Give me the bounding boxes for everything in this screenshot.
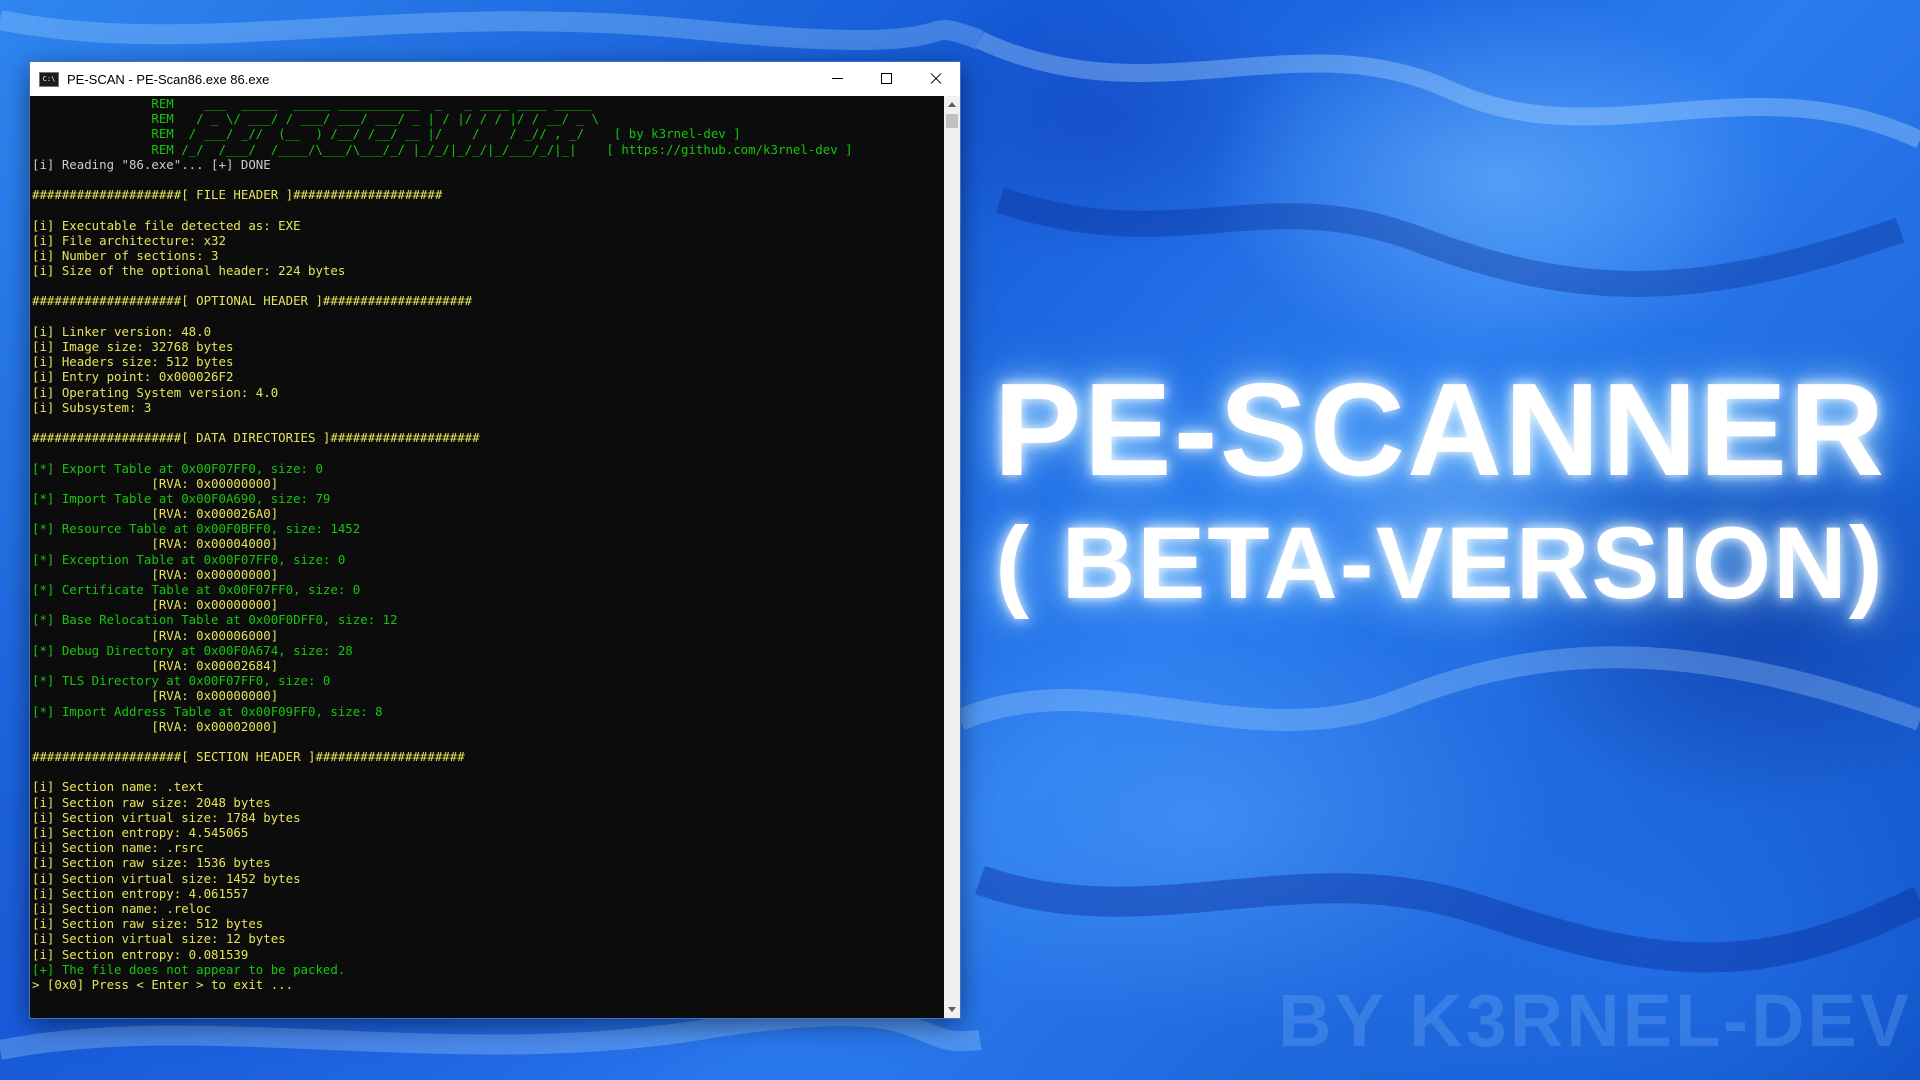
scroll-down-arrow-icon[interactable] [944, 1001, 960, 1018]
console-line: REM / _ \/ ___/ / ___/ ___/ ___/ _ | / |… [32, 111, 599, 127]
console-line: [i] Section virtual size: 1784 bytes [32, 809, 301, 825]
console-line: [RVA: 0x000026A0] [32, 506, 279, 522]
console-line: [RVA: 0x00000000] [32, 475, 279, 491]
console-line: REM / ___/ _// (__ ) /__/ /__/ __ |/ / /… [32, 126, 741, 142]
console-text: REM ___ _____ _____ ___________ _ _ ____… [30, 96, 944, 992]
console-line: REM ___ _____ _____ ___________ _ _ ____… [32, 96, 592, 111]
banner-title: PE-SCANNER [993, 356, 1887, 503]
console-line: [i] Entry point: 0x000026F2 [32, 369, 234, 385]
scroll-up-arrow-icon[interactable] [944, 96, 960, 113]
console-line: [RVA: 0x00002684] [32, 657, 279, 673]
console-line: [i] Section name: .reloc [32, 900, 212, 916]
console-window[interactable]: C:\ PE-SCAN - PE-Scan86.exe 86.exe REM _… [30, 62, 960, 1018]
console-line: [RVA: 0x00000000] [32, 566, 279, 582]
console-line: [RVA: 0x00002000] [32, 718, 279, 734]
console-line: [i] Section name: .text [32, 779, 204, 795]
console-line: [RVA: 0x00006000] [32, 627, 279, 643]
title-bar[interactable]: C:\ PE-SCAN - PE-Scan86.exe 86.exe [30, 62, 960, 96]
window-title: PE-SCAN - PE-Scan86.exe 86.exe [67, 71, 270, 87]
console-line: [i] Section name: .rsrc [32, 840, 204, 856]
console-line: [i] Subsystem: 3 [32, 399, 152, 415]
console-line: ####################[ DATA DIRECTORIES ]… [32, 430, 480, 446]
console-line: [*] Resource Table at 0x00F0BFF0, size: … [32, 521, 361, 537]
console-line: [i] Size of the optional header: 224 byt… [32, 263, 346, 279]
banner-subtitle: ( BETA-VERSION) [995, 506, 1885, 620]
console-line: > [0x0] Press < Enter > to exit ... [32, 976, 294, 992]
console-app-icon: C:\ [39, 71, 59, 87]
console-line: [i] Reading "86.exe"... [+] DONE [32, 156, 271, 172]
console-line: [i] Section entropy: 0.081539 [32, 946, 249, 962]
console-line: [RVA: 0x00004000] [32, 536, 279, 552]
minimize-icon[interactable] [813, 62, 862, 96]
console-line: [i] Headers size: 512 bytes [32, 354, 234, 370]
console-line: [*] Export Table at 0x00F07FF0, size: 0 [32, 460, 323, 476]
console-line: ####################[ FILE HEADER ]#####… [32, 187, 443, 203]
console-line: [i] File architecture: x32 [32, 232, 226, 248]
console-line: [i] Number of sections: 3 [32, 247, 219, 263]
console-line: [*] TLS Directory at 0x00F07FF0, size: 0 [32, 673, 331, 689]
console-line: [*] Debug Directory at 0x00F0A674, size:… [32, 642, 353, 658]
console-line: [*] Import Address Table at 0x00F09FF0, … [32, 703, 383, 719]
close-icon[interactable] [911, 62, 960, 96]
console-line: [i] Section raw size: 1536 bytes [32, 855, 271, 871]
author-watermark: BY K3RNEL-DEV [1278, 979, 1912, 1062]
console-line: [i] Image size: 32768 bytes [32, 339, 234, 354]
console-output[interactable]: REM ___ _____ _____ ___________ _ _ ____… [30, 96, 944, 1018]
window-controls [813, 62, 960, 96]
console-line: [i] Section virtual size: 12 bytes [32, 931, 286, 947]
maximize-icon[interactable] [862, 62, 911, 96]
console-line: ####################[ SECTION HEADER ]##… [32, 749, 465, 765]
console-line: [*] Certificate Table at 0x00F07FF0, siz… [32, 582, 361, 597]
console-line: [*] Base Relocation Table at 0x00F0DFF0,… [32, 612, 398, 628]
console-line: [i] Section raw size: 512 bytes [32, 916, 264, 932]
console-line: [i] Operating System version: 4.0 [32, 384, 279, 400]
scroll-thumb[interactable] [946, 114, 958, 128]
console-line: [*] Import Table at 0x00F0A690, size: 79 [32, 490, 331, 506]
console-line: [i] Section virtual size: 1452 bytes [32, 870, 301, 886]
console-line: [i] Section entropy: 4.545065 [32, 825, 249, 840]
console-line: [i] Section raw size: 2048 bytes [32, 794, 271, 810]
console-line: [RVA: 0x00000000] [32, 688, 279, 704]
vertical-scrollbar[interactable] [944, 96, 960, 1018]
console-line: REM /_/ /___/ /____/\___/\___/_/ |_/_/|_… [32, 141, 853, 157]
console-line: [*] Exception Table at 0x00F07FF0, size:… [32, 551, 346, 567]
console-line: [i] Section entropy: 4.061557 [32, 885, 249, 901]
console-line: [+] The file does not appear to be packe… [32, 961, 346, 977]
console-line: [i] Executable file detected as: EXE [32, 217, 301, 233]
console-line: ####################[ OPTIONAL HEADER ]#… [32, 293, 473, 309]
console-line: [i] Linker version: 48.0 [32, 323, 212, 339]
console-line: [RVA: 0x00000000] [32, 597, 279, 613]
